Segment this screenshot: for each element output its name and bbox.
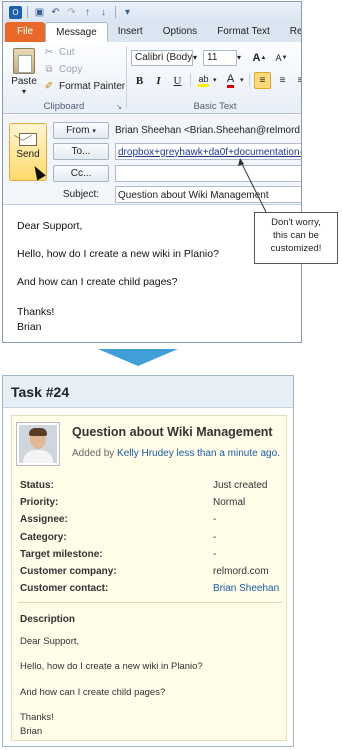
description-line: Hello, how do I create a new wiki in Pla… — [20, 661, 203, 672]
attr-value-category: - — [213, 532, 217, 543]
description-line: Dear Support, — [20, 636, 80, 647]
attr-value-status: Just created — [213, 480, 268, 491]
avatar — [16, 422, 60, 466]
attr-label: Assignee: — [20, 514, 68, 525]
task-details: Question about Wiki Management Added by … — [11, 415, 287, 741]
description-line: Thanks! — [20, 712, 54, 723]
attr-label: Target milestone: — [20, 549, 103, 560]
attr-value-company: relmord.com — [213, 566, 269, 577]
attr-label: Category: — [20, 532, 67, 543]
attr-label: Priority: — [20, 497, 59, 508]
divider — [18, 602, 282, 603]
description-line: Brian — [20, 726, 43, 737]
description-heading: Description — [20, 614, 76, 625]
attr-value-contact[interactable]: Brian Sheehan — [213, 583, 279, 594]
down-arrow-icon — [98, 349, 178, 366]
attr-label: Status: — [20, 480, 54, 491]
added-by-line: Added by Kelly Hrudey less than a minute… — [72, 448, 280, 459]
attr-label: Customer contact: — [20, 583, 109, 594]
callout-arrow — [238, 158, 267, 213]
attr-label: Customer company: — [20, 566, 117, 577]
task-subject: Question about Wiki Management — [72, 425, 273, 439]
description-line: And how can I create child pages? — [20, 687, 166, 698]
task-title: Task #24 — [3, 376, 293, 408]
attr-value-assignee: - — [213, 514, 217, 525]
attr-value-milestone: - — [213, 549, 217, 560]
time-link[interactable]: less than a minute ago. — [177, 448, 280, 459]
customize-callout: Don't worry, this can be customized! — [254, 212, 338, 264]
author-link[interactable]: Kelly Hrudey — [117, 448, 174, 459]
attr-value-priority: Normal — [213, 497, 246, 508]
task-panel: Task #24 Question about Wiki Management … — [2, 375, 294, 747]
